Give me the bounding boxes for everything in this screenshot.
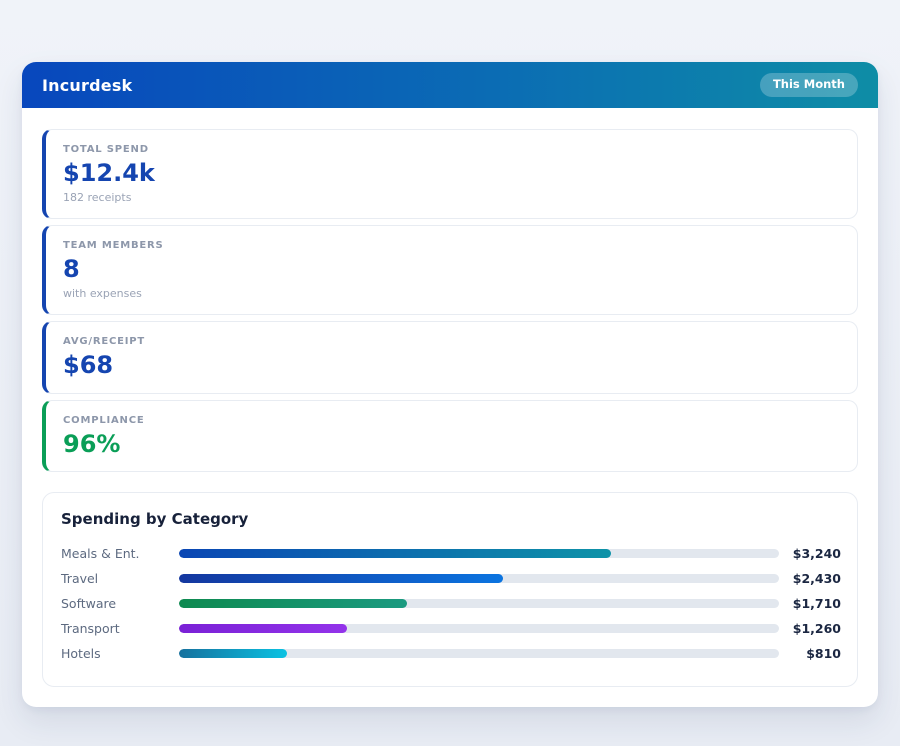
- app-header: Incurdesk This Month: [22, 62, 878, 108]
- category-bar-track: [179, 599, 779, 608]
- category-bar-fill: [179, 599, 407, 608]
- stat-label: TEAM MEMBERS: [63, 239, 841, 252]
- category-bar-track: [179, 574, 779, 583]
- category-value: $810: [779, 646, 841, 661]
- category-bar-list: Meals & Ent. $3,240 Travel $2,430 Software $1…: [61, 541, 841, 666]
- category-row: Hotels $810: [61, 641, 841, 666]
- category-bar-fill: [179, 649, 287, 658]
- stat-card-total-spend: TOTAL SPEND $12.4k 182 receipts: [42, 129, 858, 219]
- stat-value: 96%: [63, 431, 841, 459]
- period-badge[interactable]: This Month: [760, 73, 858, 97]
- stat-label: AVG/RECEIPT: [63, 335, 841, 348]
- category-bar-fill: [179, 574, 503, 583]
- stat-card-team-members: TEAM MEMBERS 8 with expenses: [42, 225, 858, 315]
- app-window: Incurdesk This Month TOTAL SPEND $12.4k …: [22, 62, 878, 707]
- category-value: $1,260: [779, 621, 841, 636]
- stats-section: TOTAL SPEND $12.4k 182 receipts TEAM MEM…: [42, 129, 858, 472]
- stat-sub: 182 receipts: [63, 190, 841, 205]
- category-row: Travel $2,430: [61, 566, 841, 591]
- category-label: Software: [61, 596, 179, 611]
- spending-by-category-card: Spending by Category Meals & Ent. $3,240 T…: [42, 492, 858, 687]
- category-bar-fill: [179, 549, 611, 558]
- category-bar-track: [179, 649, 779, 658]
- category-label: Meals & Ent.: [61, 546, 179, 561]
- category-value: $1,710: [779, 596, 841, 611]
- category-value: $3,240: [779, 546, 841, 561]
- category-label: Transport: [61, 621, 179, 636]
- category-bar-track: [179, 549, 779, 558]
- category-row: Meals & Ent. $3,240: [61, 541, 841, 566]
- stat-label: TOTAL SPEND: [63, 143, 841, 156]
- stat-value: 8: [63, 256, 841, 284]
- app-body: TOTAL SPEND $12.4k 182 receipts TEAM MEM…: [22, 108, 878, 707]
- category-value: $2,430: [779, 571, 841, 586]
- stat-card-avg-receipt: AVG/RECEIPT $68: [42, 321, 858, 394]
- category-bar-fill: [179, 624, 347, 633]
- category-bar-track: [179, 624, 779, 633]
- chart-title: Spending by Category: [61, 510, 841, 530]
- stat-card-compliance: COMPLIANCE 96%: [42, 400, 858, 473]
- stat-value: $68: [63, 352, 841, 380]
- app-title: Incurdesk: [42, 76, 132, 95]
- stat-sub: with expenses: [63, 286, 841, 301]
- stat-label: COMPLIANCE: [63, 414, 841, 427]
- category-label: Travel: [61, 571, 179, 586]
- category-row: Software $1,710: [61, 591, 841, 616]
- stat-value: $12.4k: [63, 160, 841, 188]
- category-row: Transport $1,260: [61, 616, 841, 641]
- category-label: Hotels: [61, 646, 179, 661]
